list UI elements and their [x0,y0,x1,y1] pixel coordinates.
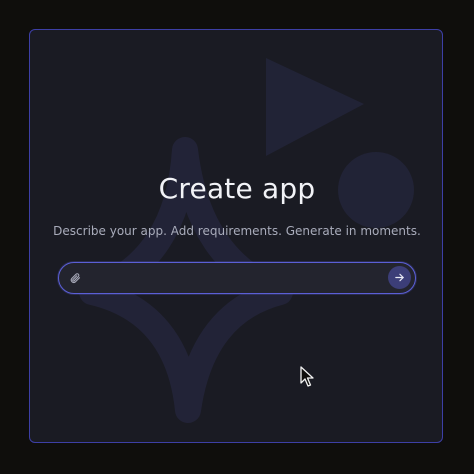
arrow-right-icon [395,273,404,282]
create-app-panel: Create app Describe your app. Add requir… [29,29,443,443]
play-triangle-shape [266,58,364,156]
mouse-pointer-icon [300,366,314,387]
send-button[interactable] [388,266,411,289]
page-title: Create app [158,172,316,205]
paperclip-icon[interactable] [67,270,83,286]
page-subtitle: Describe your app. Add requirements. Gen… [53,224,421,238]
prompt-input[interactable] [89,267,383,291]
prompt-bar [58,262,416,294]
